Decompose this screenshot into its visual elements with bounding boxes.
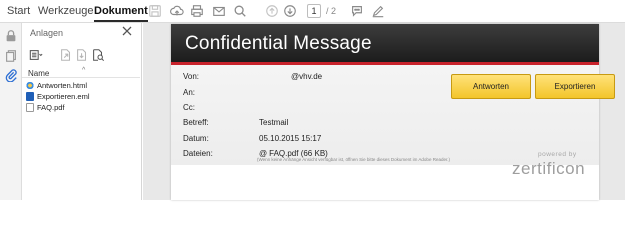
outlook-file-icon <box>26 92 34 101</box>
subject-label: Betreff: <box>183 118 209 127</box>
tab-start[interactable]: Start <box>7 5 30 17</box>
date-value: 05.10.2015 15:17 <box>259 134 322 143</box>
file-name: Exportieren.eml <box>37 92 90 101</box>
from-label: Von: <box>183 72 200 81</box>
column-name-label: Name <box>28 69 50 78</box>
date-label: Datum: <box>183 134 209 143</box>
document-page: Confidential Message Von: @vhv.de An: Cc… <box>171 24 615 200</box>
left-sidebar <box>0 23 22 200</box>
cloud-upload-icon[interactable] <box>170 4 184 18</box>
message-title: Confidential Message <box>185 33 372 54</box>
attachments-panel: Anlagen Name ^ Antworten.html Exportiere… <box>22 23 142 200</box>
panel-toolbar <box>28 47 138 63</box>
lock-icon[interactable] <box>4 29 18 43</box>
open-attachment-icon[interactable] <box>58 47 74 63</box>
list-item[interactable]: Exportieren.eml <box>26 92 138 102</box>
comment-icon[interactable] <box>350 4 364 18</box>
close-icon[interactable] <box>121 25 133 37</box>
page-up-icon[interactable] <box>265 4 279 18</box>
sort-ascending-icon[interactable]: ^ <box>82 67 85 74</box>
tab-werkzeuge[interactable]: Werkzeuge <box>38 5 93 17</box>
message-header: Von: @vhv.de An: Cc: Betreff: Testmail D… <box>171 65 615 178</box>
pdf-file-icon <box>26 103 34 112</box>
save-icon[interactable] <box>148 4 162 18</box>
print-icon[interactable] <box>190 4 204 18</box>
file-name: Antworten.html <box>37 81 88 90</box>
pen-icon[interactable] <box>371 4 385 18</box>
to-label: An: <box>183 88 196 97</box>
attachment-note: (Wenn keine Anhänge Ansicht verfügbar is… <box>257 157 450 162</box>
subject-value: Testmail <box>259 118 289 127</box>
paperclip-icon[interactable] <box>4 68 18 82</box>
file-name: FAQ.pdf <box>37 103 65 112</box>
export-button[interactable]: Exportieren <box>535 74 615 99</box>
save-attachment-icon[interactable] <box>74 47 90 63</box>
copy-icon[interactable] <box>4 49 18 63</box>
html-file-icon <box>26 81 34 90</box>
page-total-label: / 2 <box>326 6 337 16</box>
reply-button[interactable]: Antworten <box>451 74 531 99</box>
panel-title: Anlagen <box>30 28 64 38</box>
page-number-input[interactable]: 1 <box>307 4 321 18</box>
column-header[interactable]: Name ^ <box>22 67 140 78</box>
document-viewport[interactable]: Confidential Message Von: @vhv.de An: Cc… <box>143 23 625 200</box>
tab-dokument[interactable]: Dokument <box>94 5 148 22</box>
page-down-icon[interactable] <box>283 4 297 18</box>
search-icon[interactable] <box>233 4 247 18</box>
from-value: @vhv.de <box>291 72 323 81</box>
cc-label: Cc: <box>183 103 195 112</box>
files-label: Dateien: <box>183 149 213 158</box>
list-item[interactable]: Antworten.html <box>26 81 138 91</box>
mail-icon[interactable] <box>212 4 226 18</box>
brand-logo: zertificon <box>512 159 586 178</box>
powered-by-label: powered by <box>538 151 577 158</box>
options-menu-icon[interactable] <box>28 47 44 63</box>
list-item[interactable]: FAQ.pdf <box>26 103 138 113</box>
search-attachment-icon[interactable] <box>90 47 106 63</box>
message-banner: Confidential Message <box>171 24 599 62</box>
top-toolbar: Start Werkzeuge Dokument 1 / 2 <box>0 0 625 23</box>
